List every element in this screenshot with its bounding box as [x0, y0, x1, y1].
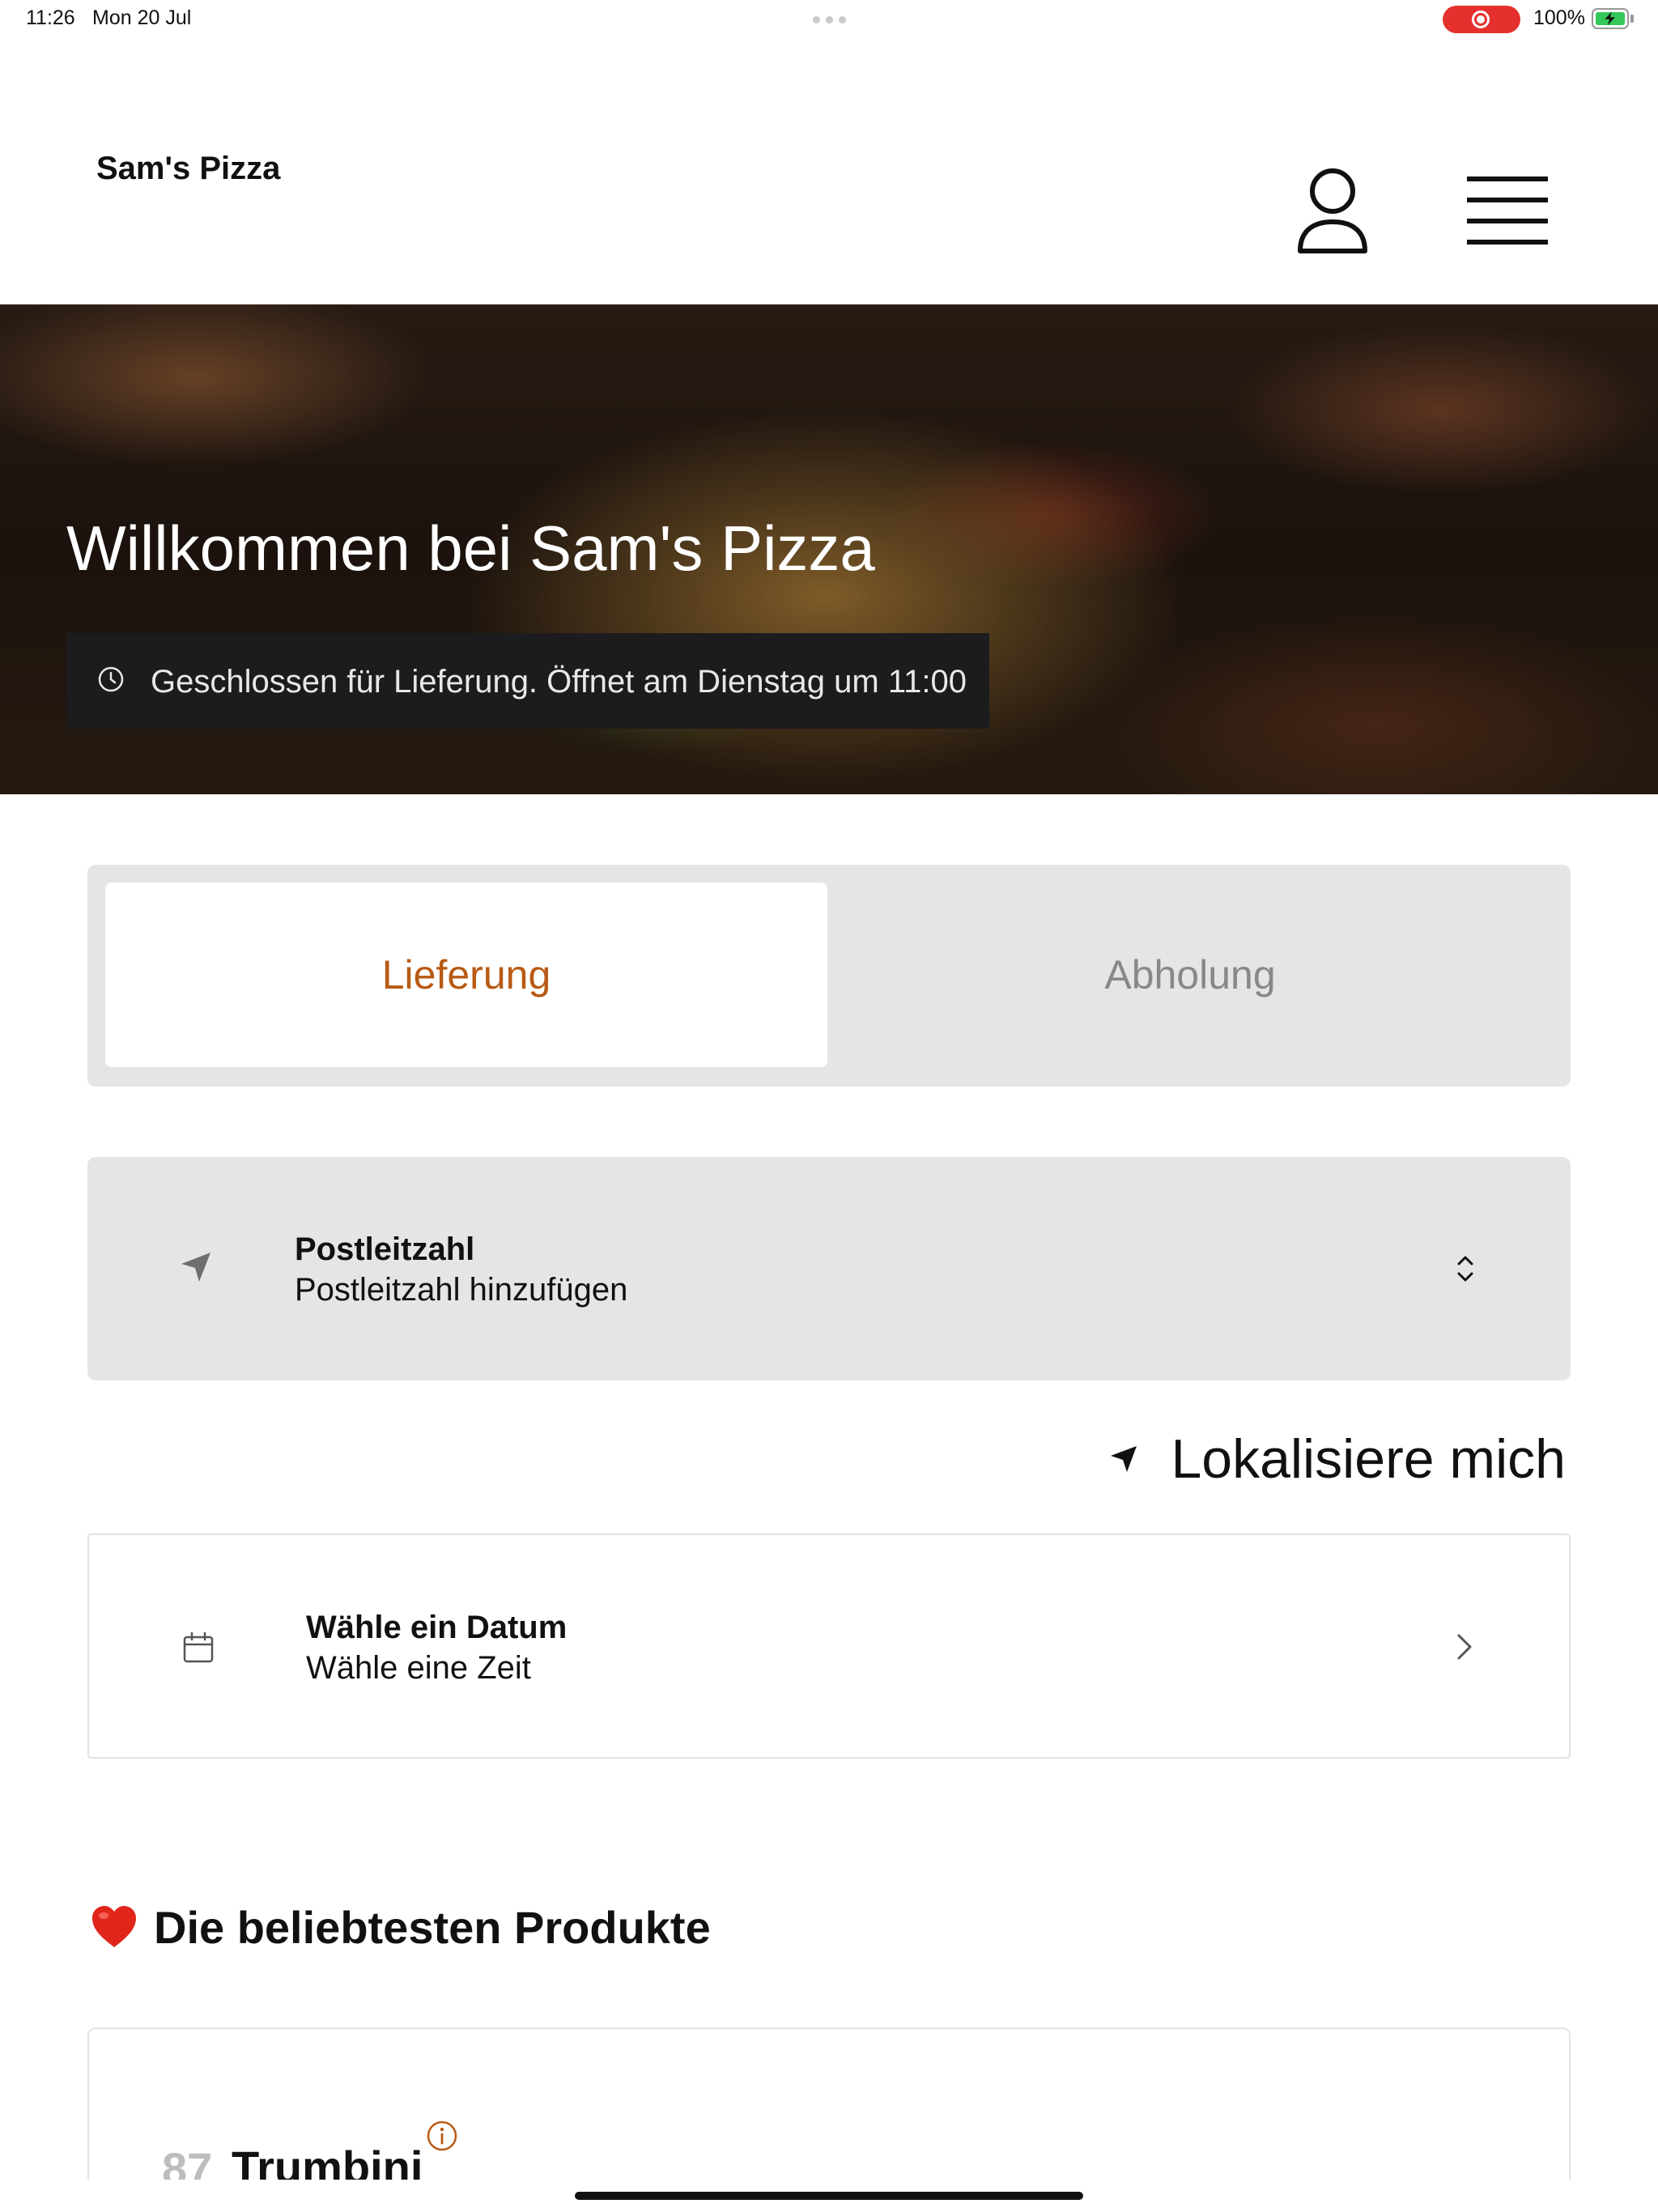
location-arrow-icon: [1111, 1446, 1137, 1472]
delivery-status-banner: Geschlossen für Lieferung. Öffnet am Die…: [66, 633, 989, 729]
battery-cap: [1630, 15, 1634, 23]
screen-recording-icon[interactable]: [1443, 6, 1520, 33]
app-header: Sam's Pizza: [0, 39, 1658, 304]
location-arrow-icon: [181, 1253, 210, 1282]
postal-code-value: Postleitzahl hinzufügen: [295, 1272, 628, 1308]
status-date: Mon 20 Jul: [92, 6, 192, 29]
battery-icon: [1592, 8, 1629, 29]
locate-me-button[interactable]: Lokalisiere mich: [1109, 1427, 1566, 1491]
hero-title: Willkommen bei Sam's Pizza: [66, 513, 875, 584]
battery-percentage: 100%: [1533, 6, 1585, 29]
chevron-up-down-icon: [1457, 1256, 1473, 1282]
time-label: Wähle eine Zeit: [306, 1650, 531, 1686]
postal-code-selector[interactable]: Postleitzahl Postleitzahl hinzufügen: [87, 1157, 1571, 1380]
hero-banner: Willkommen bei Sam's Pizza Geschlossen f…: [0, 304, 1658, 794]
status-bar: 11:26 Mon 20 Jul 100%: [0, 0, 1658, 39]
status-time: 11:26: [26, 6, 75, 29]
date-label: Wähle ein Datum: [306, 1610, 568, 1645]
locate-me-label: Lokalisiere mich: [1171, 1428, 1566, 1490]
chevron-right-icon: [1457, 1634, 1472, 1660]
popular-products-title: Die beliebtesten Produkte: [154, 1901, 711, 1953]
multitasking-dots-icon[interactable]: [813, 16, 846, 23]
delivery-status-text: Geschlossen für Lieferung. Öffnet am Die…: [151, 664, 967, 700]
clock-icon: [98, 666, 124, 692]
postal-code-label: Postleitzahl: [295, 1231, 475, 1267]
info-icon[interactable]: [426, 2120, 458, 2152]
tab-delivery[interactable]: Lieferung: [105, 883, 827, 1067]
home-indicator[interactable]: [575, 2192, 1083, 2200]
tab-pickup[interactable]: Abholung: [827, 883, 1553, 1067]
order-mode-segmented-control: Lieferung Abholung: [87, 865, 1571, 1087]
date-time-selector[interactable]: Wähle ein Datum Wähle eine Zeit: [87, 1534, 1571, 1759]
popular-products-heading: Die beliebtesten Produkte: [89, 1895, 711, 1959]
hamburger-menu-icon[interactable]: [1467, 175, 1548, 246]
heart-icon: [92, 1906, 136, 1947]
brand-name[interactable]: Sam's Pizza: [96, 151, 280, 187]
calendar-icon: [183, 1631, 214, 1663]
person-icon[interactable]: [1295, 167, 1370, 256]
